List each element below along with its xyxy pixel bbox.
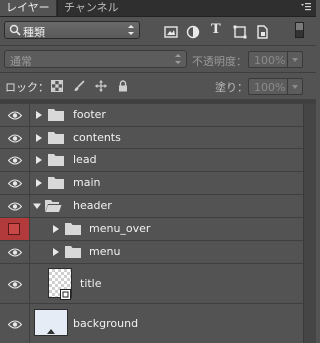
blend-mode-label: 通常 (10, 55, 32, 68)
visibility-toggle[interactable] (0, 172, 30, 194)
layer-name: menu (89, 245, 121, 258)
layer-name: background (73, 316, 139, 330)
lock-icon[interactable] (117, 80, 129, 92)
layer-row-main[interactable]: main (0, 172, 303, 195)
blend-bar: 通常 不透明度： 100% (0, 46, 316, 72)
expand-arrow-icon[interactable] (35, 133, 43, 142)
layer-row-title[interactable]: title (0, 264, 303, 304)
expand-arrow-icon[interactable] (52, 225, 60, 233)
layer-row-menu-over[interactable]: menu_over (0, 218, 303, 241)
eye-icon (8, 111, 22, 120)
shape-filter-icon[interactable] (233, 25, 247, 39)
panel-menu-icon[interactable] (300, 1, 312, 13)
expand-arrow-icon[interactable] (35, 111, 43, 119)
eye-icon (8, 179, 22, 188)
folder-icon (48, 154, 64, 166)
layer-name: menu_over (89, 222, 151, 235)
visibility-toggle[interactable] (0, 195, 30, 217)
text-filter-icon[interactable]: T (211, 22, 225, 37)
blend-mode-select[interactable]: 通常 (4, 50, 187, 68)
visibility-toggle[interactable] (0, 127, 30, 148)
filter-toggle-switch[interactable] (295, 22, 304, 38)
folder-icon (48, 131, 64, 144)
folder-icon (48, 109, 64, 121)
opacity-field[interactable]: 100% (248, 51, 303, 68)
chevron-down-icon[interactable] (287, 79, 302, 94)
layer-row-contents[interactable]: contents (0, 127, 303, 149)
chevron-updown-icon (128, 25, 134, 35)
triangle-mark-icon (47, 329, 55, 334)
folder-icon (65, 223, 81, 235)
visibility-toggle[interactable] (0, 241, 30, 263)
eye-icon (8, 319, 22, 329)
tab-channels[interactable]: チャンネル (57, 0, 133, 16)
hidden-indicator (8, 223, 20, 235)
layer-name: footer (73, 108, 106, 121)
eye-icon (8, 279, 22, 289)
visibility-toggle[interactable] (0, 149, 30, 171)
layer-row-lead[interactable]: lead (0, 149, 303, 172)
layer-thumbnail (34, 309, 68, 336)
filter-kind-select[interactable]: 種類 (4, 21, 140, 39)
layer-name: main (73, 176, 101, 189)
collapse-arrow-icon[interactable] (33, 202, 41, 210)
search-icon (9, 24, 21, 36)
filter-kind-label: 種類 (23, 26, 45, 39)
smart-object-filter-icon[interactable] (255, 25, 269, 39)
fill-field[interactable]: 100% (248, 78, 303, 95)
visibility-toggle[interactable] (0, 304, 30, 343)
layer-name: contents (73, 130, 121, 144)
folder-icon (65, 246, 81, 258)
layers-scrollbar[interactable] (303, 104, 316, 343)
panel-tab-bar: レイヤー チャンネル (0, 0, 316, 17)
eye-icon (8, 202, 22, 211)
eye-icon (8, 156, 22, 165)
visibility-toggle[interactable] (0, 264, 30, 303)
brush-icon[interactable] (73, 80, 85, 92)
opacity-label: 不透明度： (192, 55, 247, 68)
layer-row-background[interactable]: background (0, 304, 303, 343)
folder-open-icon (45, 200, 62, 212)
adjustment-filter-icon[interactable] (186, 25, 200, 39)
folder-icon (48, 177, 64, 189)
eye-icon (8, 133, 22, 143)
move-icon[interactable] (95, 80, 107, 92)
tab-layers[interactable]: レイヤー (0, 0, 56, 16)
layer-name: lead (73, 153, 97, 166)
layers-list: footer contents lead main header menu_ov… (0, 104, 316, 343)
eye-icon (8, 248, 22, 257)
layer-filter-bar: 種類 T (0, 17, 316, 45)
lock-transparency-icon[interactable] (51, 80, 63, 92)
chevron-updown-icon (175, 54, 181, 64)
layer-row-header[interactable]: header (0, 195, 303, 218)
fill-label: 塗り： (215, 81, 248, 94)
expand-arrow-icon[interactable] (52, 248, 60, 256)
layer-row-menu[interactable]: menu (0, 241, 303, 264)
lock-bar: ロック： 塗り： 100% (0, 73, 316, 99)
layer-name: header (73, 199, 112, 212)
visibility-toggle[interactable] (0, 218, 30, 240)
lock-label: ロック： (5, 81, 49, 94)
opacity-value: 100% (254, 54, 286, 67)
layer-row-footer[interactable]: footer (0, 104, 303, 127)
expand-arrow-icon[interactable] (35, 156, 43, 164)
chevron-down-icon[interactable] (287, 52, 302, 67)
expand-arrow-icon[interactable] (35, 179, 43, 187)
pixel-filter-icon[interactable] (164, 25, 178, 39)
smart-object-badge-icon (60, 289, 71, 300)
fill-value: 100% (254, 81, 286, 94)
visibility-toggle[interactable] (0, 104, 30, 126)
layer-name: title (80, 276, 102, 290)
